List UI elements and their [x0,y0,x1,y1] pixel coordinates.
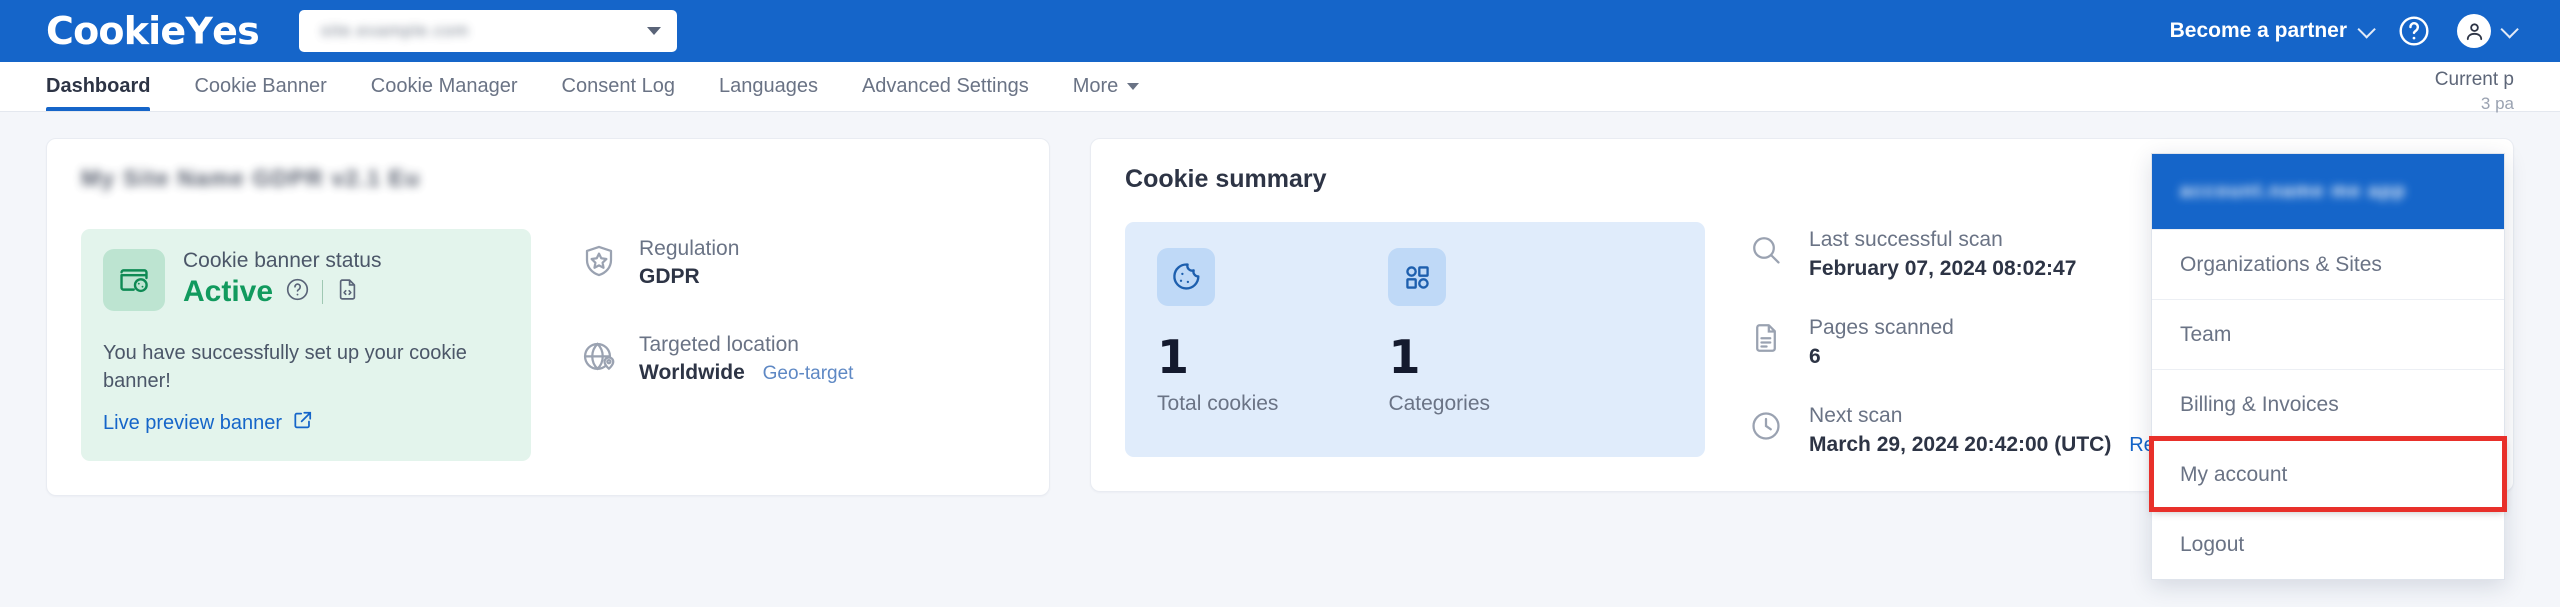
scan-value: 6 [1809,345,1954,369]
info-label: Regulation [639,237,740,260]
status-badge: Active [183,275,274,308]
tab-dashboard[interactable]: Dashboard [46,62,172,111]
current-plan-label: Current p [2434,69,2514,90]
tab-label: Consent Log [561,75,675,97]
user-avatar-icon [2457,14,2491,48]
status-message: You have successfully set up your cookie… [103,342,467,393]
document-lines-icon [1749,316,1787,360]
become-a-partner-menu[interactable]: Become a partner [2169,19,2376,43]
tab-cookie-banner[interactable]: Cookie Banner [172,62,348,111]
chevron-down-icon [2357,19,2376,39]
scan-value-text: 6 [1809,345,1821,368]
tab-languages[interactable]: Languages [697,62,840,111]
tab-cookie-manager[interactable]: Cookie Manager [349,62,540,111]
menu-item-organizations-and-sites[interactable]: Organizations & Sites [2152,229,2504,299]
tab-advanced-settings[interactable]: Advanced Settings [840,62,1051,111]
live-preview-label: Live preview banner [103,411,282,434]
menu-item-my-account[interactable]: My account [2149,436,2507,512]
stat-value: 1 [1157,330,1190,384]
current-plan-block: Current p 3 pa [2434,62,2514,113]
chevron-down-icon [646,27,661,35]
globe-pin-icon [581,333,619,380]
status-header: Cookie banner status Active [103,249,509,311]
stat-value: 1 [1388,330,1421,384]
scan-value: February 07, 2024 08:02:47 [1809,257,2076,281]
info-label: Targeted location [639,333,799,356]
question-circle-icon[interactable] [285,277,310,307]
site-overview-card: My Site Name GDPR v2.1 Eu Cookie banner … [46,138,1051,496]
cookie-stats-panel: 1 Total cookies 1 Categories [1125,222,1706,457]
stat-total-cookies: 1 Total cookies [1157,248,1278,427]
cookieyes-logo[interactable]: CookieYes [46,9,260,53]
top-header-bar: CookieYes site.example.com Become a part… [0,0,2560,62]
divider [322,280,324,304]
info-value-text: Worldwide [639,361,745,384]
site-info-list: Regulation GDPR Targeted location Worldw… [581,229,853,461]
menu-item-label: Team [2180,322,2232,346]
tab-label: Dashboard [46,75,151,97]
main-navigation-tabs: Dashboard Cookie Banner Cookie Manager C… [0,62,2560,113]
status-label: Cookie banner status [183,249,382,272]
menu-item-team[interactable]: Team [2152,299,2504,369]
tab-label: Languages [718,75,818,97]
tab-label: More [1072,75,1119,97]
live-preview-banner-link[interactable]: Live preview banner [103,410,509,437]
scan-label: Last successful scan [1809,228,2003,251]
info-value: GDPR [639,265,739,289]
clock-icon [1749,404,1787,448]
shield-star-icon [581,237,619,284]
info-item-targeted-location: Targeted location Worldwide Geo-target [581,333,853,385]
cookie-banner-icon [103,249,165,311]
chevron-down-icon [2500,19,2519,39]
external-link-icon [292,410,313,437]
tab-label: Cookie Banner [194,75,327,97]
stat-caption: Total cookies [1157,392,1279,415]
account-email-label: account.name me app [2180,180,2407,202]
tab-consent-log[interactable]: Consent Log [540,62,697,111]
info-item-regulation: Regulation GDPR [581,237,853,289]
caret-down-icon [1127,83,1140,90]
categories-grid-icon [1388,248,1447,306]
menu-item-billing-and-invoices[interactable]: Billing & Invoices [2152,369,2504,439]
tab-label: Advanced Settings [861,75,1029,97]
site-selector-value: site.example.com [320,21,470,40]
status-value-row: Active [183,275,381,309]
become-a-partner-label: Become a partner [2169,19,2347,42]
site-name-heading: My Site Name GDPR v2.1 Eu [81,165,421,191]
menu-item-label: Organizations & Sites [2180,252,2382,276]
question-circle-icon[interactable] [2397,14,2431,48]
dashboard-content: My Site Name GDPR v2.1 Eu Cookie banner … [0,112,2560,580]
cookie-banner-status-panel: Cookie banner status Active You have suc… [81,229,531,461]
code-file-icon[interactable] [335,277,360,307]
scan-value-text: March 29, 2024 20:42:00 (UTC) [1809,433,2112,456]
site-overview-body: Cookie banner status Active You have suc… [81,229,1015,461]
header-right-group: Become a partner [2169,14,2519,48]
menu-item-label: My account [2180,462,2288,486]
tab-list: Dashboard Cookie Banner Cookie Manager C… [46,62,1161,111]
menu-item-label: Billing & Invoices [2180,392,2339,416]
account-menu-toggle[interactable] [2457,14,2519,48]
scan-label: Pages scanned [1809,316,1954,339]
account-dropdown-menu: account.name me app Organizations & Site… [2149,153,2507,580]
geo-target-link[interactable]: Geo-target [763,363,854,384]
info-value-text: GDPR [639,265,700,288]
stat-categories: 1 Categories [1388,248,1490,427]
stat-caption: Categories [1388,392,1490,415]
scan-value-text: February 07, 2024 08:02:47 [1809,257,2077,280]
cookie-icon [1157,248,1216,306]
account-dropdown-header: account.name me app [2152,154,2504,229]
menu-item-label: Logout [2180,532,2245,556]
tab-label: Cookie Manager [370,75,518,97]
magnifier-icon [1749,228,1787,272]
site-selector-dropdown[interactable]: site.example.com [298,10,677,52]
menu-item-logout[interactable]: Logout [2152,509,2504,579]
info-value: Worldwide Geo-target [639,361,853,385]
tab-more[interactable]: More [1051,62,1162,111]
